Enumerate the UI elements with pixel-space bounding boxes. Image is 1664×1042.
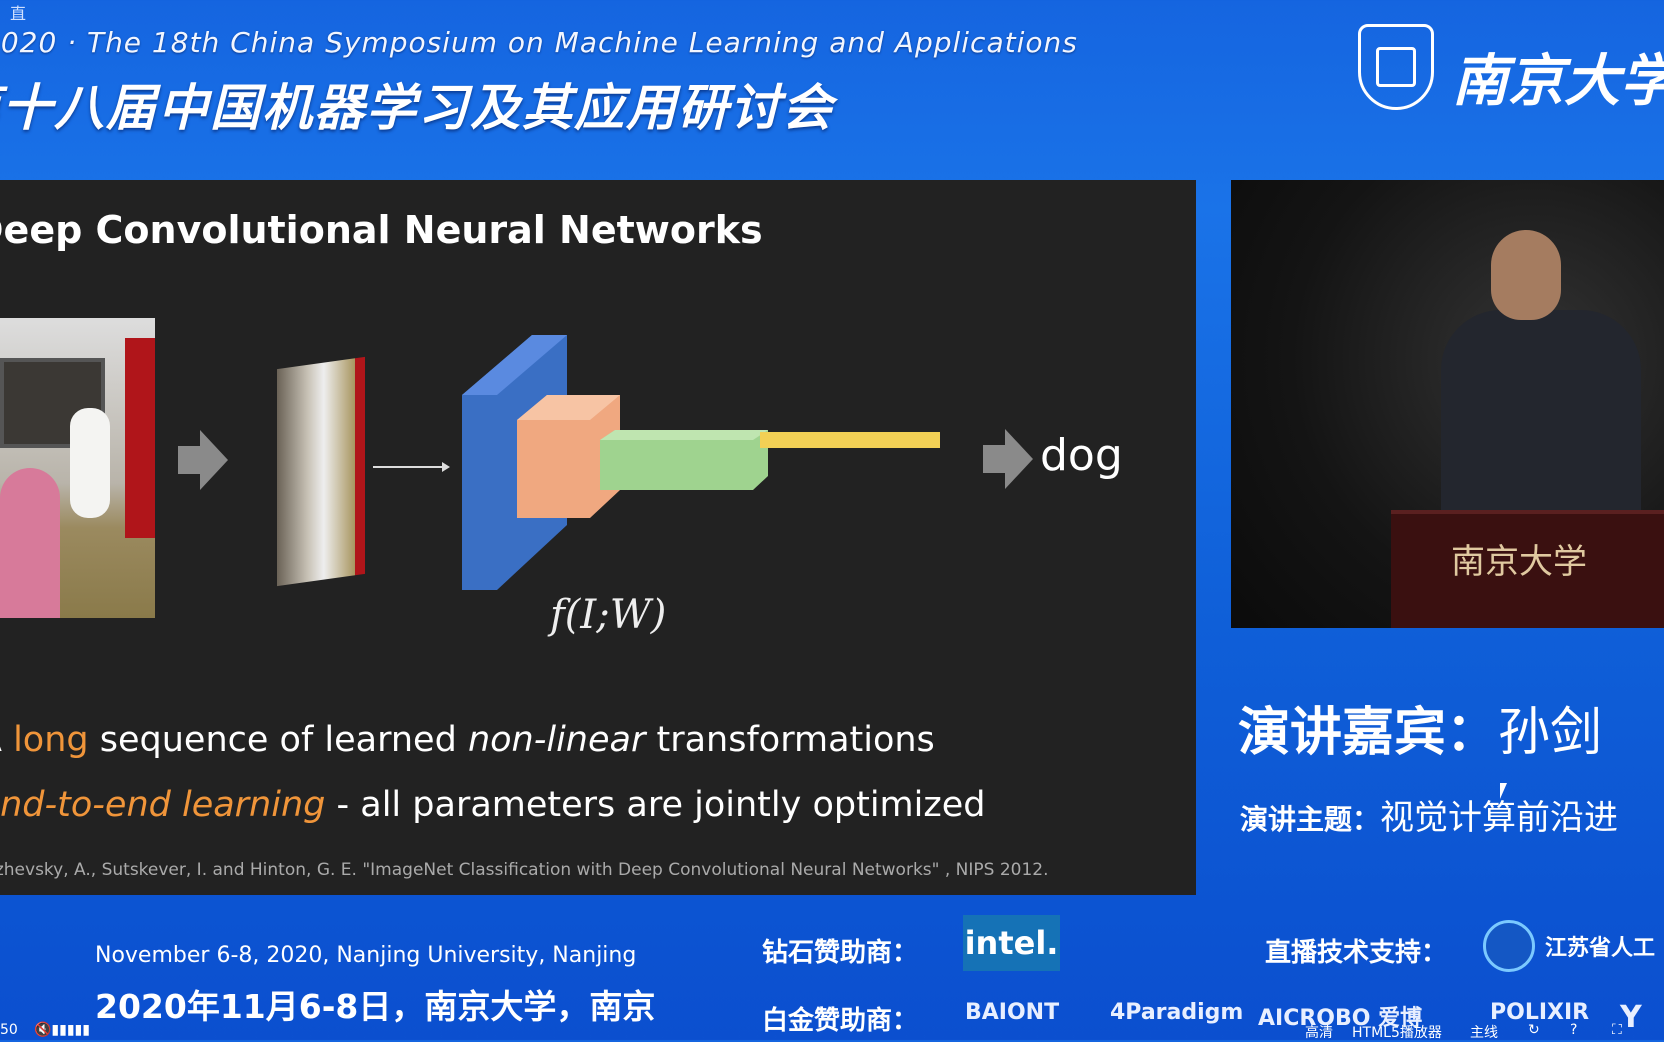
line-button[interactable]: 主线 (1470, 1022, 1498, 1042)
refresh-icon[interactable]: ↻ (1528, 1022, 1540, 1038)
mouse-cursor-icon (1500, 783, 1507, 799)
header-title-cn: 第十八届中国机器学习及其应用研讨会 (0, 79, 834, 137)
speaker-info: 演讲嘉宾：孙剑 (1238, 690, 1602, 765)
player-controls: 50 🔇▮▮▮▮▮ 高清 HTML5播放器 主线 ↻ ? ⛶ (0, 1020, 1664, 1042)
quality-button[interactable]: 高清 (1305, 1022, 1333, 1042)
bullet-text: transformations (645, 720, 935, 760)
thin-arrow-icon (373, 462, 450, 472)
bullet-text: A (0, 720, 13, 760)
bullet-1: A long sequence of learned non-linear tr… (0, 720, 935, 760)
volume-icon[interactable]: 🔇▮▮▮▮▮ (34, 1022, 90, 1038)
podium: 南京大学 (1391, 510, 1664, 628)
speaker-name: 孙剑 (1498, 703, 1603, 763)
date-en: November 6-8, 2020, Nanjing University, … (95, 943, 637, 968)
bullet-highlight: End-to-end learning (0, 785, 326, 825)
input-photo (0, 318, 155, 618)
slide-title: Deep Convolutional Neural Networks (0, 208, 763, 252)
help-icon[interactable]: ? (1570, 1022, 1577, 1038)
topic-info: 演讲主题：视觉计算前沿进 (1240, 790, 1618, 839)
university-logo-text: 南京大学 (1452, 48, 1664, 114)
bullet-text: - all parameters are jointly optimized (325, 785, 986, 825)
tech-support-name: 江苏省人工 (1545, 936, 1656, 961)
fullscreen-icon[interactable]: ⛶ (1612, 1022, 1622, 1038)
arrow-right-icon (983, 429, 1033, 489)
speaker-label: 演讲嘉宾： (1238, 703, 1499, 763)
tech-support-label: 直播技术支持： (1265, 938, 1448, 968)
topic-text: 视觉计算前沿进 (1380, 798, 1619, 838)
diamond-sponsor-label: 钻石赞助商： (762, 938, 919, 968)
presentation-slide: Deep Convolutional Neural Networks dog f… (0, 180, 1196, 895)
output-label: dog (1040, 430, 1123, 481)
speaker-video: 南京大学 (1231, 180, 1664, 628)
function-formula: f(I;W) (550, 592, 667, 638)
bullet-highlight: long (13, 720, 89, 760)
header-title-en: 2020 · The 18th China Symposium on Machi… (0, 26, 1078, 59)
association-logo-icon (1483, 920, 1535, 972)
arrow-right-icon (178, 430, 228, 490)
player-name: HTML5播放器 (1352, 1025, 1442, 1041)
podium-text: 南京大学 (1451, 542, 1587, 582)
bullet-2: End-to-end learning - all parameters are… (0, 785, 986, 825)
playback-time: 50 (0, 1022, 18, 1038)
intel-logo: intel. (963, 915, 1060, 971)
topic-label: 演讲主题： (1240, 803, 1381, 836)
cropped-input-image (277, 356, 365, 587)
bullet-italic: non-linear (467, 720, 646, 760)
citation: Krizhevsky, A., Sutskever, I. and Hinton… (0, 860, 1049, 880)
cnn-diagram (462, 335, 940, 590)
fully-connected-layer (760, 432, 940, 448)
university-emblem-icon (1358, 24, 1434, 110)
bullet-text: sequence of learned (88, 720, 468, 760)
corner-mark: 直 (10, 4, 27, 23)
